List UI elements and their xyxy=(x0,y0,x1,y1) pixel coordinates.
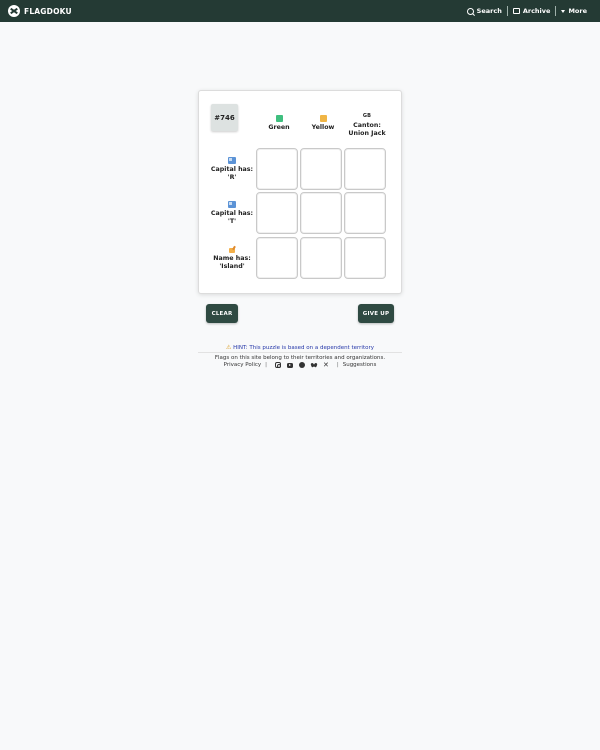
grid-cell-r3c1[interactable] xyxy=(256,237,298,279)
cityscape-icon xyxy=(228,201,236,208)
caret-down-icon xyxy=(561,9,566,13)
column-label: Green xyxy=(268,124,290,131)
grid-cell-r2c2[interactable] xyxy=(300,192,342,234)
separator: | xyxy=(336,362,339,368)
column-header-canton: GB Canton: Union Jack xyxy=(345,113,389,138)
suggestions-link[interactable]: Suggestions xyxy=(343,362,377,368)
brand-name: FLAGDOKU xyxy=(24,6,72,16)
flagdoku-logo-icon xyxy=(8,5,20,17)
separator: | xyxy=(265,362,267,368)
puzzle-number: #746 xyxy=(211,104,238,131)
grid-cell-r2c1[interactable] xyxy=(256,192,298,234)
puzzle-board: #746 Green Yellow GB Canton: Union Jack … xyxy=(198,90,402,294)
bluesky-icon[interactable] xyxy=(311,362,317,368)
gb-flag-icon: GB xyxy=(362,113,372,119)
row-label-bottom: 'R' xyxy=(227,174,237,182)
more-dropdown[interactable]: More xyxy=(556,7,592,15)
search-icon xyxy=(466,7,474,15)
navbar: FLAGDOKU Search Archive More xyxy=(0,0,600,22)
column-label: Yellow xyxy=(311,124,335,131)
grid-cell-r3c3[interactable] xyxy=(344,237,386,279)
nav-links: Search Archive More xyxy=(462,6,592,16)
column-header-yellow: Yellow xyxy=(301,115,345,132)
folder-icon xyxy=(512,8,520,14)
row-label-bottom: 'T' xyxy=(227,218,237,226)
reddit-icon[interactable] xyxy=(298,362,305,368)
grid-cell-r1c2[interactable] xyxy=(300,148,342,190)
row-label-top: Capital has: xyxy=(210,166,254,173)
footer-links: Privacy Policy | ✕ | Suggestions xyxy=(0,362,600,369)
divider xyxy=(198,352,402,353)
grid-cell-r1c3[interactable] xyxy=(344,148,386,190)
x-icon[interactable]: ✕ xyxy=(323,362,329,369)
privacy-policy-link[interactable]: Privacy Policy xyxy=(224,362,261,368)
row-label-bottom: 'Island' xyxy=(219,263,245,271)
column-header-green: Green xyxy=(257,115,301,132)
brand[interactable]: FLAGDOKU xyxy=(8,5,72,17)
hint-message: ⚠ HINT: This puzzle is based on a depend… xyxy=(0,344,600,351)
clear-button[interactable]: CLEAR xyxy=(206,304,238,323)
archive-label: Archive xyxy=(522,7,551,15)
give-up-button[interactable]: GIVE UP xyxy=(358,304,394,323)
writing-hand-icon xyxy=(228,246,236,253)
cityscape-icon xyxy=(228,157,236,164)
instagram-icon[interactable] xyxy=(274,362,281,368)
row-label-top: Name has: xyxy=(213,255,251,262)
grid-cell-r2c3[interactable] xyxy=(344,192,386,234)
row-label-top: Capital has: xyxy=(210,210,254,217)
hint-text: HINT: This puzzle is based on a dependen… xyxy=(233,345,374,351)
search-link[interactable]: Search xyxy=(462,7,507,15)
warning-icon: ⚠ xyxy=(225,344,232,351)
grid-cell-r3c2[interactable] xyxy=(300,237,342,279)
archive-link[interactable]: Archive xyxy=(508,7,556,15)
row-header-name-island: Name has: 'Island' xyxy=(209,246,255,271)
social-links: ✕ xyxy=(274,362,329,369)
column-label-bottom: Union Jack xyxy=(348,129,386,137)
column-label-top: Canton: xyxy=(353,121,381,129)
green-square-icon xyxy=(275,115,283,122)
row-header-capital-r: Capital has: 'R' xyxy=(209,157,255,182)
orange-square-icon xyxy=(319,115,327,122)
search-label: Search xyxy=(476,7,502,15)
more-label: More xyxy=(568,7,587,15)
grid-cell-r1c1[interactable] xyxy=(256,148,298,190)
row-header-capital-t: Capital has: 'T' xyxy=(209,201,255,226)
youtube-icon[interactable] xyxy=(286,362,293,368)
footer-notice: Flags on this site belong to their terri… xyxy=(214,355,386,361)
